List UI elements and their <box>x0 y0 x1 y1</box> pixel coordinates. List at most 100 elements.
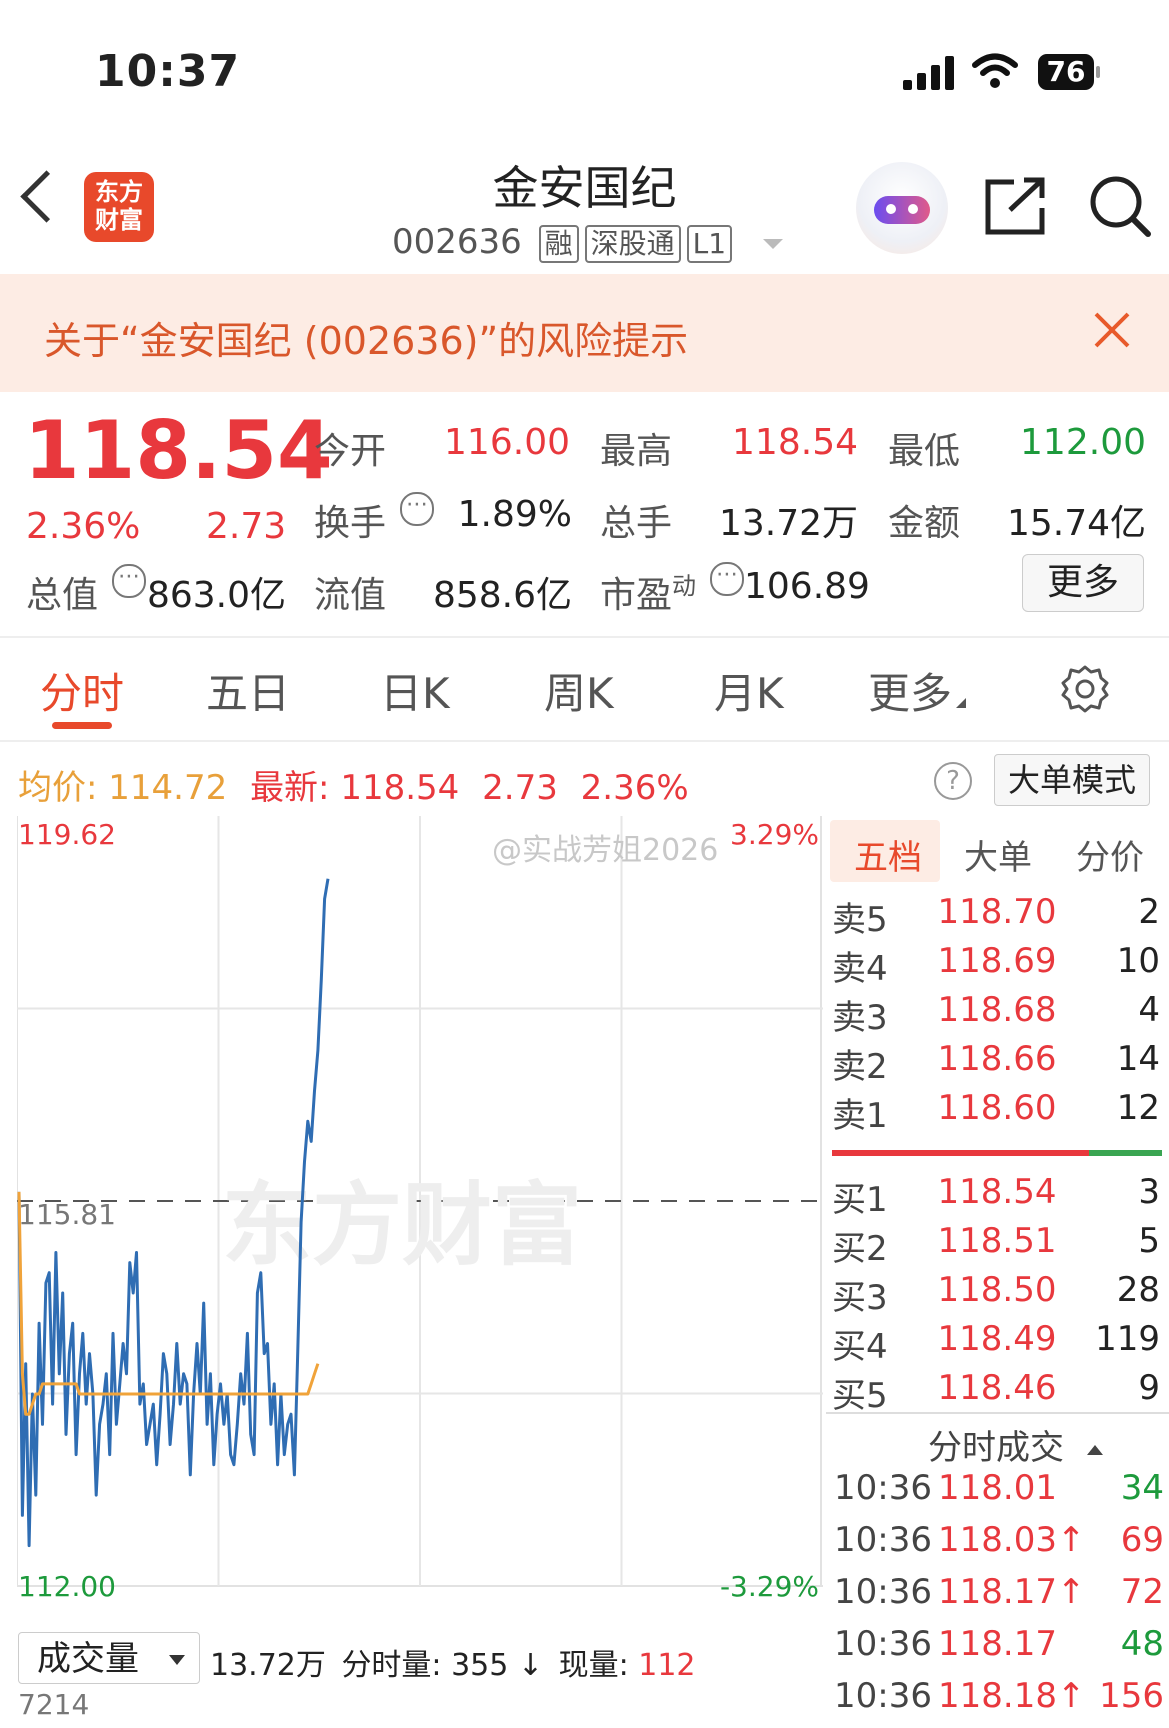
panel-divider <box>826 1412 1169 1414</box>
ask-price: 118.69 <box>937 941 1057 981</box>
ask-label: 卖4 <box>832 949 888 989</box>
tab-five-levels[interactable]: 五档 <box>854 830 922 879</box>
ask-row[interactable]: 卖1 118.60 12 <box>832 1088 1160 1137</box>
ask-price: 118.70 <box>937 892 1057 932</box>
ask-qty: 10 <box>1116 941 1160 981</box>
latest-percent: 2.36% <box>580 768 689 808</box>
status-time: 10:37 <box>95 46 241 97</box>
big-order-mode-button[interactable]: 大单模式 <box>994 754 1150 806</box>
bid-qty: 3 <box>1138 1172 1160 1212</box>
tab-monthly-k[interactable]: 月K <box>714 660 784 721</box>
ask-row[interactable]: 卖5 118.70 2 <box>832 892 1160 941</box>
ask-label: 卖1 <box>832 1096 888 1136</box>
bid-price: 118.54 <box>937 1172 1057 1212</box>
ask-qty: 4 <box>1138 990 1160 1030</box>
bid-label: 买5 <box>832 1376 888 1416</box>
tab-daily-k[interactable]: 日K <box>380 660 450 721</box>
bid-label: 买2 <box>832 1229 888 1269</box>
float-value: 858.6亿 <box>432 575 572 616</box>
tab-more[interactable]: 更多 <box>868 660 967 721</box>
latest-label: 最新: <box>250 768 330 808</box>
change-value: 2.73 <box>206 506 287 547</box>
bid-price: 118.49 <box>937 1319 1057 1359</box>
chart-header: 均价: 114.72 最新: 118.54 2.73 2.36% <box>18 760 689 809</box>
bid-row[interactable]: 买5 118.46 9 <box>832 1368 1160 1417</box>
tab-intraday[interactable]: 分时 <box>40 660 124 721</box>
search-icon[interactable] <box>1088 174 1152 238</box>
ask-row[interactable]: 卖4 118.69 10 <box>832 941 1160 990</box>
minute-vol: 355 <box>451 1648 509 1683</box>
ask-price: 118.60 <box>937 1088 1057 1128</box>
risk-banner[interactable]: 关于“金安国纪 (002636)”的风险提示 <box>0 274 1169 392</box>
ask-row[interactable]: 卖3 118.68 4 <box>832 990 1160 1039</box>
high-value: 118.54 <box>732 422 858 463</box>
bid-row[interactable]: 买2 118.51 5 <box>832 1221 1160 1270</box>
dropdown-icon[interactable] <box>762 238 783 249</box>
close-icon[interactable] <box>1092 310 1132 350</box>
trade-price: 118.18↑ <box>938 1676 1086 1716</box>
assistant-robot-icon[interactable] <box>856 162 948 254</box>
current-vol-label: 现量: <box>558 1648 629 1683</box>
volume-value: 13.72万 <box>718 503 858 544</box>
bid-row[interactable]: 买1 118.54 3 <box>832 1172 1160 1221</box>
divider <box>0 740 1169 742</box>
active-tab-indicator <box>52 722 112 729</box>
share-icon[interactable] <box>984 176 1048 236</box>
battery-icon: 76 <box>1038 54 1100 90</box>
turnover-value: 1.89% <box>457 494 572 535</box>
change-percent: 2.36% <box>26 506 141 547</box>
volume-total: 13.72万 <box>210 1648 326 1683</box>
info-icon[interactable]: ⋯ <box>710 562 744 596</box>
bid-label: 买4 <box>832 1327 888 1367</box>
tab-five-day[interactable]: 五日 <box>206 660 290 721</box>
info-icon[interactable]: ⋯ <box>400 492 434 526</box>
user-watermark: @实战芳姐2026 <box>492 833 718 868</box>
settings-icon[interactable] <box>1060 664 1110 714</box>
brand-watermark: 东方财富 <box>222 1173 582 1278</box>
latest-value: 118.54 <box>340 768 460 808</box>
trade-price: 118.01 <box>938 1468 1057 1508</box>
volume-summary: 13.72万 分时量: 355 ↓ 现量: 112 <box>210 1640 696 1684</box>
current-vol: 112 <box>638 1648 696 1683</box>
intraday-chart[interactable]: 东方财富 @实战芳姐2026 119.62 115.81 112.00 3.29… <box>17 816 823 1608</box>
bid-label: 买1 <box>832 1180 888 1220</box>
collapse-triangle-icon <box>1086 1444 1103 1455</box>
trades-title[interactable]: 分时成交 <box>928 1420 1103 1469</box>
bid-qty: 28 <box>1116 1270 1160 1310</box>
bid-qty: 119 <box>1095 1319 1160 1359</box>
tab-big-orders[interactable]: 大单 <box>964 830 1032 879</box>
ask-price: 118.66 <box>937 1039 1057 1079</box>
trade-volume: 69 <box>1120 1520 1164 1560</box>
mktcap-value: 863.0亿 <box>146 575 286 616</box>
help-icon[interactable]: ? <box>934 762 972 800</box>
open-value: 116.00 <box>444 422 570 463</box>
trade-row: 10:36 118.18↑ 156 <box>834 1676 1164 1728</box>
trade-volume: 34 <box>1120 1468 1164 1508</box>
ask-label: 卖5 <box>832 900 888 940</box>
corner-triangle-icon <box>956 698 967 708</box>
bid-row[interactable]: 买3 118.50 28 <box>832 1270 1160 1319</box>
more-button[interactable]: 更多 <box>1022 554 1144 612</box>
info-icon[interactable]: ⋯ <box>112 564 146 598</box>
bid-qty: 5 <box>1138 1221 1160 1261</box>
avg-label: 均价: <box>18 768 98 808</box>
bid-qty: 9 <box>1138 1368 1160 1408</box>
trade-time: 10:36 <box>834 1468 932 1508</box>
signal-icon <box>903 56 957 90</box>
ask-row[interactable]: 卖2 118.66 14 <box>832 1039 1160 1088</box>
trade-row: 10:36 118.03↑ 69 <box>834 1520 1164 1572</box>
stock-code: 002636 <box>392 222 522 262</box>
bid-row[interactable]: 买4 118.49 119 <box>832 1319 1160 1368</box>
connect-tag: 深股通 <box>584 225 681 263</box>
bid-price: 118.50 <box>937 1270 1057 1310</box>
float-label: 流值 <box>314 575 387 616</box>
indicator-selector[interactable]: 成交量 <box>18 1632 200 1684</box>
tab-weekly-k[interactable]: 周K <box>544 660 614 721</box>
tab-price-volume[interactable]: 分价 <box>1076 830 1144 879</box>
level-tag: L1 <box>686 225 733 263</box>
ask-price: 118.68 <box>937 990 1057 1030</box>
trade-time: 10:36 <box>834 1520 932 1560</box>
latest-change: 2.73 <box>482 768 558 808</box>
down-arrow: ↓ <box>517 1648 544 1683</box>
high-label: 最高 <box>600 431 673 472</box>
